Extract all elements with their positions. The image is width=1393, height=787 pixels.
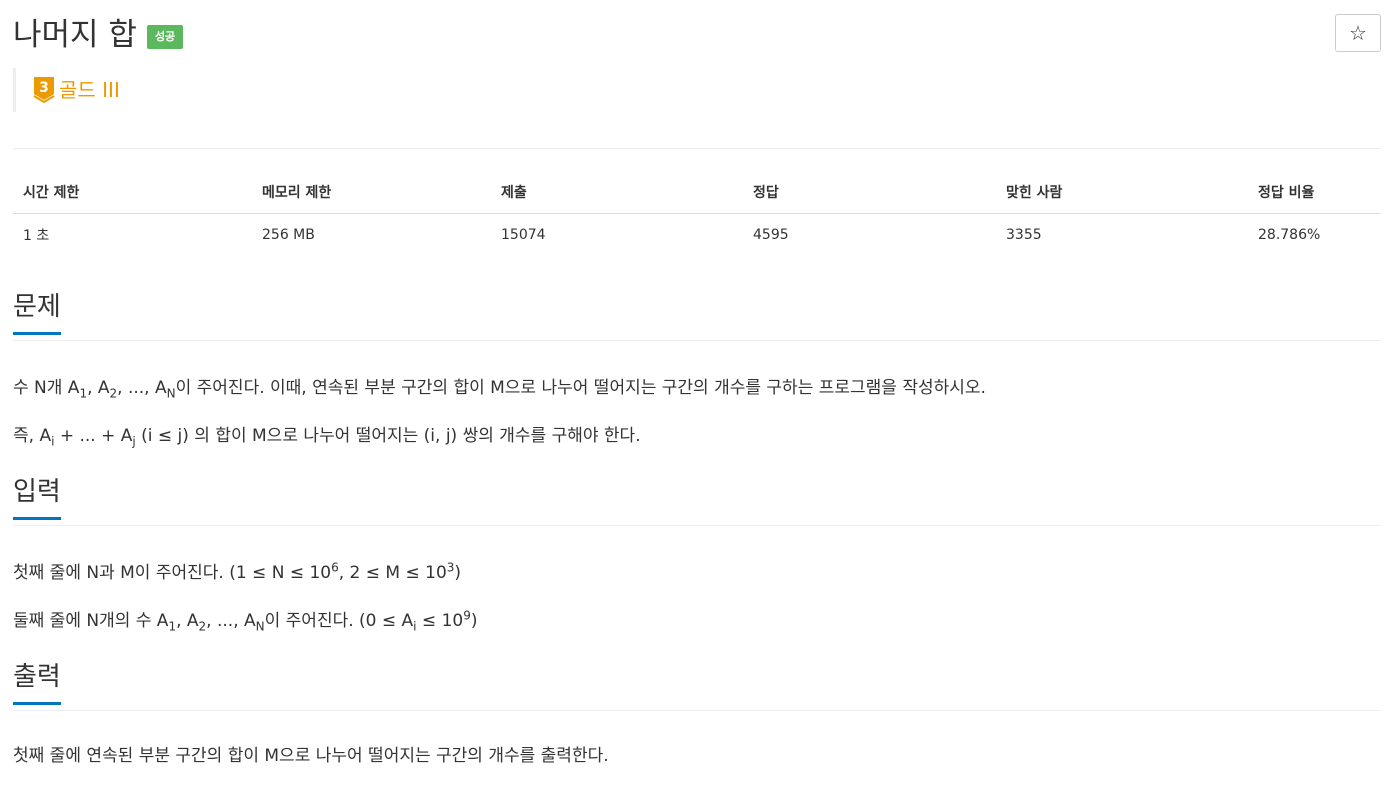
section-title: 입력 <box>13 475 61 520</box>
problem-section: 문제 수 N개 A1, A2, ..., AN이 주어진다. 이때, 연속된 부… <box>13 292 1381 447</box>
problem-paragraph-2: 즉, Ai + ... + Aj (i ≤ j) 의 합이 M으로 나누어 떨어… <box>13 426 641 449</box>
section-header: 문제 <box>13 292 1381 341</box>
table-header-cell: 정답 <box>743 172 996 214</box>
table-header-cell: 메모리 제한 <box>252 172 491 214</box>
input-paragraph-2: 둘째 줄에 N개의 수 A1, A2, ..., AN이 주어진다. (0 ≤ … <box>13 608 478 634</box>
section-header: 입력 <box>13 477 1381 526</box>
table-cell[interactable]: 4595 <box>743 214 996 257</box>
input-paragraph-1: 첫째 줄에 N과 M이 주어진다. (1 ≤ N ≤ 106, 2 ≤ M ≤ … <box>13 560 462 583</box>
tier-number: 3 <box>39 80 49 96</box>
output-section: 출력 첫째 줄에 연속된 부분 구간의 합이 M으로 나누어 떨어지는 구간의 … <box>13 662 1381 766</box>
section-header: 출력 <box>13 662 1381 711</box>
problem-header: 나머지 합 성공 ☆ <box>13 0 1381 64</box>
output-paragraph-1: 첫째 줄에 연속된 부분 구간의 합이 M으로 나누어 떨어지는 구간의 개수를… <box>13 746 609 766</box>
table-cell[interactable]: 15074 <box>491 214 743 257</box>
gold-tier-icon: 3 <box>33 76 55 104</box>
star-icon: ☆ <box>1349 21 1367 45</box>
problem-info-table: 시간 제한 메모리 제한 제출 정답 맞힌 사람 정답 비율 1 초 256 M… <box>13 172 1381 256</box>
table-row: 1 초 256 MB 15074 4595 3355 28.786% <box>13 214 1381 257</box>
section-title: 문제 <box>13 290 61 335</box>
title-row: 나머지 합 성공 <box>13 14 184 56</box>
divider <box>13 148 1381 149</box>
table-header-cell: 정답 비율 <box>1248 172 1381 214</box>
status-badge: 성공 <box>146 25 184 49</box>
table-header-cell: 시간 제한 <box>13 172 252 214</box>
problem-page: 나머지 합 성공 ☆ 3 골드 III 시간 제한 메모리 제한 제출 정답 맞… <box>13 0 1381 766</box>
table-cell[interactable]: 3355 <box>996 214 1248 257</box>
favorite-star-button[interactable]: ☆ <box>1335 14 1381 52</box>
section-title: 출력 <box>13 660 61 705</box>
table-header-row: 시간 제한 메모리 제한 제출 정답 맞힌 사람 정답 비율 <box>13 172 1381 214</box>
table-cell: 28.786% <box>1258 227 1321 243</box>
table-cell: 256 MB <box>262 227 315 243</box>
page-title: 나머지 합 <box>13 17 137 53</box>
table-header-cell: 맞힌 사람 <box>996 172 1248 214</box>
table-cell: 1 초 <box>23 228 50 244</box>
problem-paragraph-1: 수 N개 A1, A2, ..., AN이 주어진다. 이때, 연속된 부분 구… <box>13 378 986 401</box>
table-header-cell[interactable]: 제출 <box>491 172 743 214</box>
tier-block: 3 골드 III <box>13 68 120 112</box>
tier-label[interactable]: 골드 III <box>59 78 120 102</box>
input-section: 입력 첫째 줄에 N과 M이 주어진다. (1 ≤ N ≤ 106, 2 ≤ M… <box>13 477 1381 632</box>
